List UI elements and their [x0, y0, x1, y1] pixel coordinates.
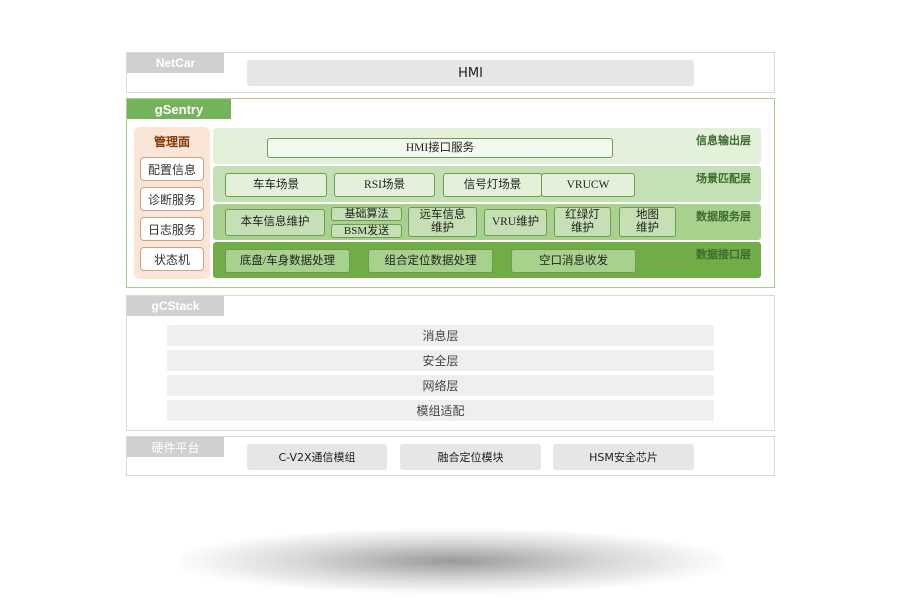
service-map: 地图维护 [619, 207, 676, 237]
service-remote-info: 远车信息维护 [408, 207, 477, 237]
scene-signal: 信号灯场景 [443, 173, 542, 197]
gsentry-section: gSentry 管理面 配置信息 诊断服务 日志服务 状态机 信息输出层 HMI… [126, 98, 775, 288]
scene-match-band: 场景匹配层 车车场景 RSI场景 信号灯场景 VRUCW [213, 166, 761, 202]
scene-match-label: 场景匹配层 [696, 173, 751, 185]
service-vru: VRU维护 [484, 209, 547, 236]
scene-vrucw: VRUCW [541, 173, 635, 197]
management-item-log: 日志服务 [140, 217, 204, 241]
hardware-positioning-module: 融合定位模块 [400, 444, 541, 470]
interface-chassis: 底盘/车身数据处理 [225, 249, 350, 273]
hardware-hsm-chip: HSM安全芯片 [553, 444, 694, 470]
gcstack-layer-message: 消息层 [167, 325, 714, 346]
data-interface-label: 数据接口层 [696, 249, 751, 261]
hmi-interface-service: HMI接口服务 [267, 138, 613, 158]
data-service-band: 数据服务层 本车信息维护 基础算法 BSM发送 远车信息维护 VRU维护 红绿灯… [213, 204, 761, 240]
scene-rsi: RSI场景 [334, 173, 435, 197]
service-basic-algorithm: 基础算法 [331, 207, 402, 221]
info-output-band: 信息输出层 HMI接口服务 [213, 128, 761, 164]
hardware-section: 硬件平台 C-V2X通信模组 融合定位模块 HSM安全芯片 [126, 436, 775, 476]
drop-shadow [176, 528, 728, 594]
interface-positioning: 组合定位数据处理 [368, 249, 493, 273]
service-ego-info: 本车信息维护 [225, 209, 325, 236]
service-traffic-light: 红绿灯维护 [554, 207, 611, 237]
gcstack-layer-network: 网络层 [167, 375, 714, 396]
service-bsm-send: BSM发送 [331, 224, 402, 238]
netcar-section: NetCar HMI [126, 52, 775, 93]
management-item-config: 配置信息 [140, 157, 204, 181]
gcstack-layer-security: 安全层 [167, 350, 714, 371]
management-panel: 管理面 配置信息 诊断服务 日志服务 状态机 [134, 127, 210, 279]
interface-air-messages: 空口消息收发 [511, 249, 636, 273]
hardware-cv2x-module: C-V2X通信模组 [247, 444, 387, 470]
netcar-tag: NetCar [127, 53, 224, 73]
data-interface-band: 数据接口层 底盘/车身数据处理 组合定位数据处理 空口消息收发 [213, 242, 761, 278]
gcstack-section: gCStack 消息层 安全层 网络层 模组适配 [126, 295, 775, 431]
info-output-label: 信息输出层 [696, 135, 751, 147]
gcstack-tag: gCStack [127, 296, 224, 316]
gcstack-layer-module-adapt: 模组适配 [167, 400, 714, 421]
gsentry-tag: gSentry [127, 99, 231, 119]
management-item-diagnosis: 诊断服务 [140, 187, 204, 211]
management-title: 管理面 [153, 135, 190, 149]
hardware-tag: 硬件平台 [127, 437, 224, 457]
data-service-label: 数据服务层 [696, 211, 751, 223]
hmi-box: HMI [247, 60, 694, 86]
scene-v2v: 车车场景 [225, 173, 327, 197]
management-item-state-machine: 状态机 [140, 247, 204, 271]
